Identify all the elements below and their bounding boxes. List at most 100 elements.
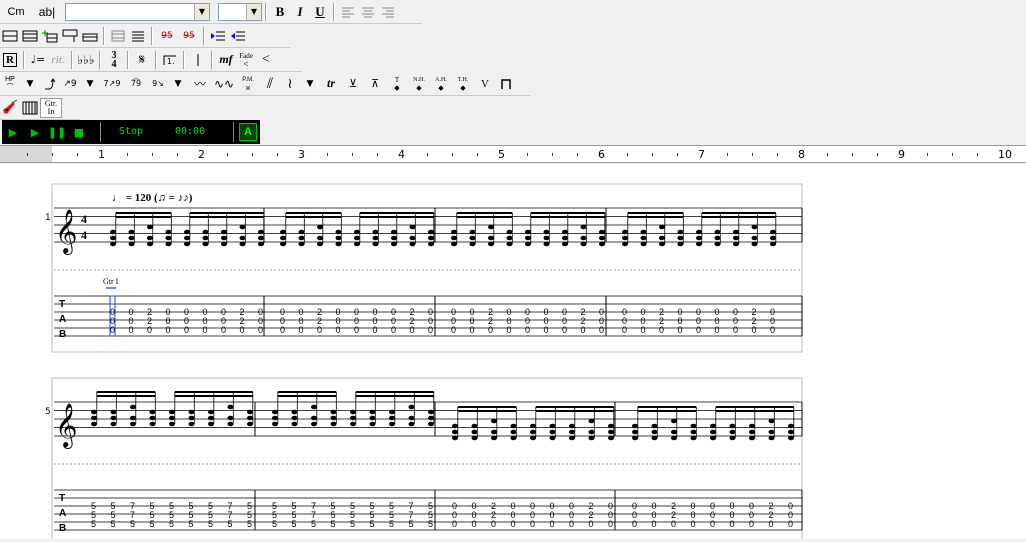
track-grid-icon[interactable] [20, 98, 40, 118]
multi-rest-icon[interactable] [108, 26, 128, 46]
align-center-icon[interactable] [358, 2, 378, 22]
time-signature-button[interactable]: 34 [104, 50, 124, 70]
vibrato-icon[interactable]: 〰 [188, 74, 212, 94]
add-measure-icon[interactable] [40, 26, 60, 46]
note-head [147, 235, 153, 241]
note-head [208, 415, 214, 421]
chevron-down-icon[interactable]: ▼ [80, 74, 100, 94]
a-button[interactable]: A [239, 123, 257, 141]
chevron-down-icon[interactable]: ▼ [300, 74, 320, 94]
guitar-icon[interactable] [0, 98, 20, 118]
slide-icon[interactable]: 7↗9 [100, 74, 124, 94]
tap-button[interactable]: T ◆ [386, 74, 408, 94]
natural-harmonic-button[interactable]: N.H. ◆ [408, 74, 430, 94]
key-signature-button[interactable]: ♭♭♭ [76, 50, 96, 70]
volta-icon[interactable]: 1. [160, 50, 180, 70]
tab-fret: 0 [569, 519, 574, 529]
pick-up-icon[interactable]: ⊼ [364, 74, 386, 94]
tab-fret: 5 [311, 519, 316, 529]
note-head [671, 418, 677, 424]
note-head [506, 235, 513, 241]
segno-button[interactable]: 𝄋 [132, 50, 152, 70]
trill-button[interactable]: tr [320, 74, 342, 94]
repeat-end-icon[interactable]: 9̶5̶ [178, 26, 200, 46]
tempo-button[interactable]: ♩= [28, 50, 48, 70]
pause-icon[interactable]: ❚❚ [46, 122, 68, 142]
align-left-icon[interactable] [338, 2, 358, 22]
staff-lines-icon[interactable] [20, 26, 40, 46]
ritardando-button[interactable]: rit. [48, 50, 68, 70]
note-head [372, 229, 379, 235]
fermata-icon[interactable] [496, 74, 516, 94]
text-button[interactable]: ab| [32, 2, 62, 22]
play-from-icon[interactable]: ▶ [24, 122, 46, 142]
crescendo-button[interactable]: < [256, 50, 276, 70]
pick-stroke-button[interactable]: V [474, 74, 496, 94]
outdent-icon[interactable] [228, 26, 248, 46]
bend-icon[interactable] [40, 74, 60, 94]
tab-fret: 5 [228, 519, 233, 529]
note-head [471, 423, 478, 429]
artificial-harmonic-button[interactable]: A.H. ◆ [430, 74, 452, 94]
align-right-icon[interactable] [378, 2, 398, 22]
barline-icon[interactable] [188, 50, 208, 70]
bold-button[interactable]: B [270, 2, 290, 22]
tab-fret: 0 [258, 325, 263, 335]
note-head [471, 429, 478, 435]
hammer-on-button[interactable]: HP ⌒ [0, 74, 20, 94]
chevron-down-icon[interactable]: ▼ [20, 74, 40, 94]
nh-label: N.H. [413, 76, 425, 83]
indent-icon[interactable] [208, 26, 228, 46]
note-head [389, 409, 395, 415]
font-select[interactable]: ▼ [65, 2, 210, 21]
dynamics-button[interactable]: mf [216, 50, 236, 70]
ruler-tick [277, 153, 278, 156]
slide-out-icon[interactable]: 9↘ [148, 74, 168, 94]
wide-vibrato-icon[interactable]: ∿∿ [212, 74, 236, 94]
ruler-tick [877, 153, 878, 156]
note-head [588, 435, 595, 441]
tapped-harmonic-button[interactable]: T.H. ◆ [452, 74, 474, 94]
note-head [696, 229, 702, 235]
note-head [330, 409, 337, 415]
chord-button[interactable]: Cm [0, 2, 32, 22]
note-head [640, 235, 647, 241]
lines-icon[interactable] [128, 26, 148, 46]
note-head [128, 241, 135, 247]
note-head [659, 241, 665, 247]
italic-button[interactable]: I [290, 2, 310, 22]
fade-button[interactable]: Fade < [236, 50, 256, 70]
note-head [258, 235, 264, 241]
guitar-in-button[interactable]: Gtr. In [40, 97, 62, 118]
size-select[interactable]: ▼ [218, 2, 262, 21]
tremolo-icon[interactable]: ⫽ [260, 74, 280, 94]
rehearsal-sign-button[interactable]: R [0, 50, 20, 70]
underline-button[interactable]: U [310, 2, 330, 22]
repeat-start-icon[interactable]: 9̶5̶ [156, 26, 178, 46]
play-icon[interactable]: ▶ [2, 122, 24, 142]
palm-mute-button[interactable]: P.M. × [236, 74, 260, 94]
note-head [239, 241, 246, 247]
note-head [751, 241, 758, 247]
pick-down-icon[interactable]: ⊻ [342, 74, 364, 94]
stop-icon[interactable]: ■ [68, 122, 90, 142]
note-head [272, 409, 278, 415]
note-head [471, 435, 478, 441]
note-head [677, 241, 684, 247]
note-head [317, 235, 323, 241]
note-head [714, 235, 721, 241]
insert-staff-icon[interactable] [0, 26, 20, 46]
section-icon[interactable] [80, 26, 100, 46]
note-head [91, 415, 97, 421]
note-head [239, 235, 246, 241]
chevron-down-icon[interactable]: ▼ [168, 74, 188, 94]
tab-letter: T [59, 493, 65, 504]
divider [233, 122, 234, 142]
note-head [451, 241, 457, 247]
remove-measure-icon[interactable] [60, 26, 80, 46]
legato-slide-icon[interactable]: 7͡9 [124, 74, 148, 94]
system-frame [51, 183, 803, 353]
score-canvas: 1 𝄞 44♩ = 120 (♫ = ♪♪)Gtr ITAB000000220000… [45, 183, 803, 542]
slide-in-icon[interactable]: ↗9 [60, 74, 80, 94]
arpeggio-icon[interactable]: ≀ [280, 74, 300, 94]
